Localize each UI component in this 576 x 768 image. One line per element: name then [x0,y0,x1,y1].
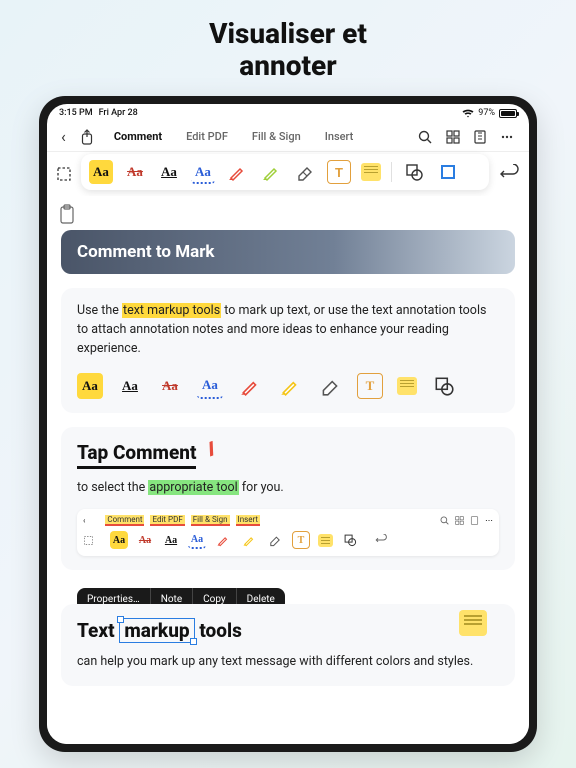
mini-underline-icon: Aa [162,531,180,549]
sticky-note-tool[interactable] [361,163,381,181]
mini-pen-yellow-icon [240,531,258,549]
tab-insert[interactable]: Insert [315,126,364,147]
mini-tab-comment: Comment [105,515,144,526]
mini-list-icon [470,516,479,525]
thumbnails-icon[interactable] [441,130,465,144]
tab-comment[interactable]: Comment [104,126,172,147]
banner-title: Comment to Mark [61,230,515,274]
red-accent-icon: // [205,438,216,459]
eraser-tool[interactable] [293,160,317,184]
squiggly-tool[interactable]: Aa [191,160,215,184]
intro-text: Use the text markup tools to mark up tex… [77,302,499,358]
mini-undo-icon [375,534,387,546]
preview-pen-yellow-icon [277,373,303,399]
pen-yellow-tool[interactable] [259,160,283,184]
markup-subtext: can help you mark up any text message wi… [77,653,499,672]
pen-red-tool[interactable] [225,160,249,184]
markup-title: Text markup tools [77,618,499,643]
mini-grid-icon [455,516,464,525]
shape-tool[interactable] [402,160,426,184]
highlight-tool[interactable]: Aa [89,160,113,184]
crop-tool[interactable] [436,160,460,184]
preview-eraser-icon [317,373,343,399]
mini-back: ‹ [83,516,85,525]
mini-toolbar: ‹ Comment Edit PDF Fill & Sign Insert ⋯ [77,509,499,556]
preview-underline-icon: Aa [117,373,143,399]
status-time: 3:15 PM [59,108,93,118]
preview-pen-red-icon [237,373,263,399]
battery-percent: 97% [478,108,495,118]
share-button[interactable] [74,129,100,145]
mini-more-icon: ⋯ [485,516,493,525]
back-button[interactable]: ‹ [57,127,70,146]
mini-tab-insert: Insert [236,515,261,526]
mini-squiggle-icon: Aa [188,531,206,549]
status-bar: 3:15 PM Fri Apr 28 97% [47,104,529,122]
mini-select-icon [83,535,94,546]
battery-icon [499,109,517,118]
preview-strike-icon: Aa [157,373,183,399]
undo-button[interactable] [495,160,523,188]
preview-note-icon [397,377,417,395]
search-icon[interactable] [413,130,437,144]
tap-comment-subtext: to select the appropriate tool for you. [77,479,499,498]
intro-card: Use the text markup tools to mark up tex… [61,288,515,412]
mini-shape-icon [341,531,359,549]
markup-card: Text markup tools can help you mark up a… [61,604,515,686]
toolbar-divider [391,162,392,182]
tool-preview-row: Aa Aa Aa Aa T [77,373,499,399]
preview-highlight-icon: Aa [77,373,103,399]
mini-textbox-icon: T [292,531,310,549]
top-nav: ‹ Comment Edit PDF Fill & Sign Insert [47,122,529,152]
sticky-note-annotation[interactable] [459,610,487,636]
mini-strike-icon: Aa [136,531,154,549]
mini-tab-fill: Fill & Sign [191,515,230,526]
screen: 3:15 PM Fri Apr 28 97% ‹ Comment Edit PD… [47,104,529,744]
mini-eraser-icon [266,531,284,549]
underline-tool[interactable]: Aa [157,160,181,184]
mini-note-icon [318,534,333,547]
tab-fill-sign[interactable]: Fill & Sign [242,126,311,147]
annotation-toolbar: Aa Aa Aa Aa T [47,152,529,196]
textbox-tool[interactable]: T [327,160,351,184]
mini-search-icon [440,516,449,525]
wifi-icon [462,109,474,118]
preview-textbox-icon: T [357,373,383,399]
tablet-device: 3:15 PM Fri Apr 28 97% ‹ Comment Edit PD… [39,96,537,752]
mini-highlight-icon: Aa [110,531,128,549]
more-icon[interactable] [495,130,519,144]
tap-comment-card: Tap Comment // to select the appropriate… [61,427,515,571]
preview-squiggle-icon: Aa [197,373,223,399]
selected-word[interactable]: markup [119,618,194,643]
status-date: Fri Apr 28 [99,108,138,118]
tab-edit-pdf[interactable]: Edit PDF [176,126,238,147]
clipboard-icon [59,204,75,224]
mini-tab-edit: Edit PDF [150,515,184,526]
hero-title: Visualiser etannoter [0,0,576,96]
select-tool[interactable] [53,163,75,185]
document-content: Comment to Mark Use the text markup tool… [47,196,529,744]
bookmark-icon[interactable] [469,130,491,144]
strikethrough-tool[interactable]: Aa [123,160,147,184]
mini-pen-red-icon [214,531,232,549]
tap-comment-title: Tap Comment [77,441,196,469]
preview-shape-icon [431,373,457,399]
